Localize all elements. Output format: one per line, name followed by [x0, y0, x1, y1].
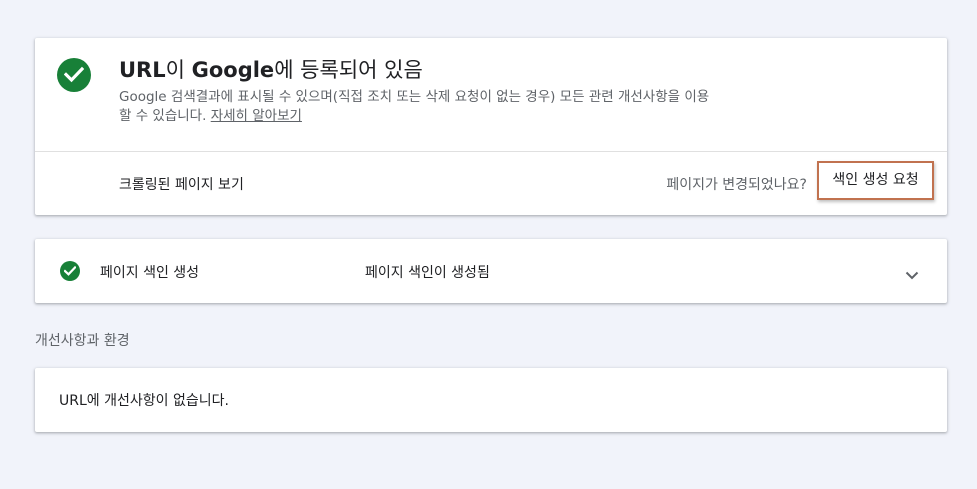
- learn-more-link[interactable]: 자세히 알아보기: [211, 108, 302, 124]
- no-enhancements-message: URL에 개선사항이 없습니다.: [59, 393, 229, 409]
- status-title-josa: 이: [165, 58, 192, 82]
- status-actions: 크롤링된 페이지 보기 페이지가 변경되었나요? 색인 생성 요청: [35, 152, 947, 215]
- enhancements-card: URL에 개선사항이 없습니다.: [35, 368, 947, 432]
- view-crawled-page-button[interactable]: 크롤링된 페이지 보기: [119, 174, 244, 194]
- status-title: URL이 Google에 등록되어 있음: [119, 57, 423, 83]
- request-indexing-button[interactable]: 색인 생성 요청: [817, 161, 934, 200]
- status-title-brand: Google: [191, 58, 275, 82]
- check-circle-icon: [57, 58, 91, 92]
- url-status-card: URL이 Google에 등록되어 있음 Google 검색결과에 표시될 수 …: [35, 38, 947, 215]
- status-summary: URL이 Google에 등록되어 있음 Google 검색결과에 표시될 수 …: [35, 38, 947, 152]
- status-title-suffix: 에 등록되어 있음: [274, 58, 423, 82]
- status-description: Google 검색결과에 표시될 수 있으며(직접 조치 또는 삭제 요청이 없…: [119, 88, 719, 126]
- url-inspection-page: URL이 Google에 등록되어 있음 Google 검색결과에 표시될 수 …: [0, 0, 977, 489]
- page-indexing-status: 페이지 색인이 생성됨: [365, 265, 490, 281]
- check-circle-icon: [60, 261, 80, 281]
- page-changed-question: 페이지가 변경되었나요?: [666, 177, 807, 193]
- page-indexing-row[interactable]: 페이지 색인 생성 페이지 색인이 생성됨: [35, 239, 947, 303]
- status-description-text: Google 검색결과에 표시될 수 있으며(직접 조치 또는 삭제 요청이 없…: [119, 89, 710, 124]
- page-indexing-label: 페이지 색인 생성: [100, 265, 200, 281]
- status-title-url: URL: [119, 58, 166, 82]
- enhancements-heading: 개선사항과 환경: [35, 333, 130, 349]
- chevron-down-icon[interactable]: [905, 265, 919, 284]
